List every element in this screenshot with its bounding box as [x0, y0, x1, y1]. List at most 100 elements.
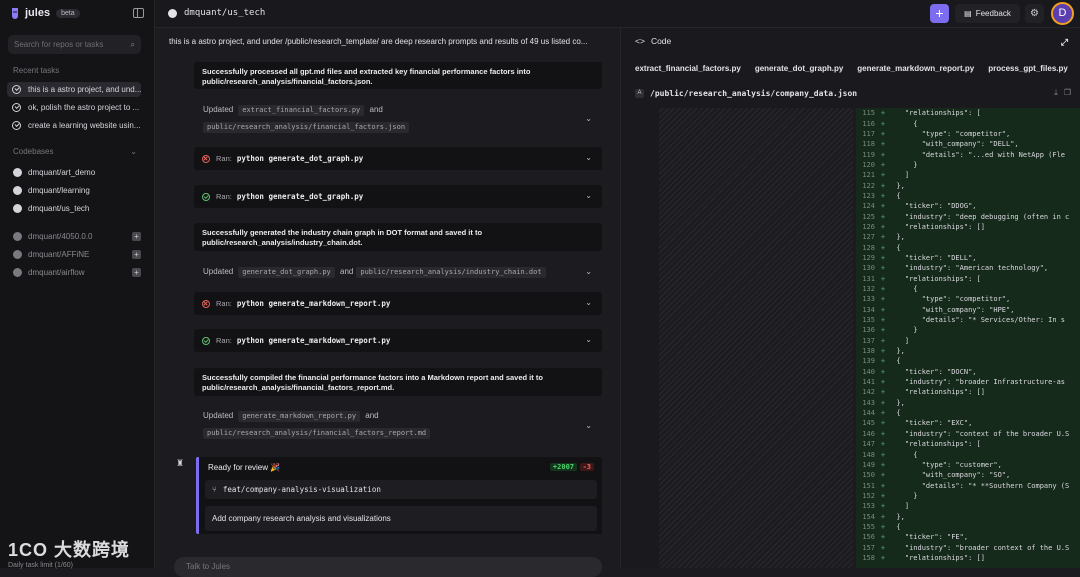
- command-step[interactable]: Ran: python generate_markdown_report.py ⌄: [194, 329, 602, 352]
- code-line: 147 + "relationships": [: [856, 439, 1080, 449]
- code-text: "with_company": "HPE",: [888, 305, 1015, 314]
- line-number: 156: [862, 533, 875, 542]
- code-text: }: [888, 160, 918, 169]
- added-marker: +: [880, 243, 886, 252]
- command-step[interactable]: Ran: python generate_dot_graph.py ⌄: [194, 185, 602, 208]
- commit-message[interactable]: Add company research analysis and visual…: [205, 506, 597, 531]
- code-line: 122 + },: [856, 180, 1080, 190]
- repo-label: dmquant/us_tech: [28, 203, 90, 213]
- code-line: 139 + {: [856, 356, 1080, 366]
- code-text: {: [888, 450, 918, 459]
- added-marker: +: [880, 119, 886, 128]
- line-number: 129: [862, 253, 875, 262]
- chevron-down-icon[interactable]: ⌄: [585, 191, 592, 200]
- added-marker: +: [880, 305, 886, 314]
- code-line: 151 + "details": "* **Southern Company (S: [856, 480, 1080, 490]
- repo-item[interactable]: dmquant/airflow +: [13, 265, 141, 279]
- search-input[interactable]: Search for repos or tasks ⌕: [8, 35, 141, 54]
- tab-file[interactable]: process_gpt_files.py: [988, 64, 1068, 79]
- tab-file[interactable]: extract_financial_factors.py: [635, 64, 741, 79]
- file-pill[interactable]: extract_financial_factors.py: [238, 105, 365, 116]
- repo-item[interactable]: dmquant/AFFiNE +: [13, 247, 141, 261]
- code-line: 118 + "with_company": "DELL",: [856, 139, 1080, 149]
- code-text: }: [888, 491, 918, 500]
- code-line: 153 + ]: [856, 501, 1080, 511]
- code-line: 154 + },: [856, 511, 1080, 521]
- repo-item[interactable]: dmquant/us_tech: [13, 201, 141, 215]
- new-task-button[interactable]: +: [930, 4, 949, 23]
- added-marker: +: [880, 150, 886, 159]
- chevron-down-icon[interactable]: ⌄: [585, 153, 592, 162]
- added-marker: +: [880, 295, 886, 304]
- sidebar-toggle-icon[interactable]: [133, 8, 144, 18]
- command-step[interactable]: Ran: python generate_dot_graph.py ⌄: [194, 147, 602, 170]
- chevron-down-icon[interactable]: ⌄: [585, 335, 592, 344]
- code-text: "type": "competitor",: [888, 295, 1011, 304]
- feedback-button[interactable]: ▤ Feedback: [955, 4, 1020, 23]
- download-icon[interactable]: ⤓: [1054, 88, 1058, 98]
- task-item[interactable]: this is a astro project, and und...: [7, 82, 141, 97]
- file-pill[interactable]: generate_dot_graph.py: [238, 267, 335, 278]
- code-line: 130 + "industry": "American technology",: [856, 263, 1080, 273]
- chevron-down-icon: ⌄: [130, 147, 137, 156]
- code-text: {: [888, 119, 918, 128]
- task-item[interactable]: ok, polish the astro project to ...: [7, 100, 141, 115]
- code-line: 141 + "industry": "broader Infrastructure…: [856, 377, 1080, 387]
- task-item[interactable]: create a learning website usin...: [7, 118, 141, 133]
- code-line: 138 + },: [856, 346, 1080, 356]
- settings-gear-icon[interactable]: ⚙: [1025, 4, 1044, 23]
- review-card: Ready for review 🎉 +2007 -3 ⑂ feat/compan…: [196, 457, 602, 534]
- tab-file[interactable]: generate_dot_graph.py: [755, 64, 843, 79]
- added-marker: +: [880, 388, 886, 397]
- repo-item[interactable]: dmquant/4050.0.0 +: [13, 229, 141, 243]
- repo-item[interactable]: dmquant/learning: [13, 183, 141, 197]
- line-number: 141: [862, 378, 875, 387]
- added-marker: +: [880, 191, 886, 200]
- branch-name[interactable]: ⑂ feat/company-analysis-visualization: [205, 480, 597, 499]
- command-step[interactable]: Ran: python generate_markdown_report.py ⌄: [194, 292, 602, 315]
- github-icon: [13, 267, 22, 277]
- code-text: "relationships": []: [888, 388, 985, 397]
- line-number: 116: [862, 119, 875, 128]
- chevron-down-icon[interactable]: ⌄: [585, 421, 592, 430]
- code-brackets-icon: <>: [635, 36, 645, 46]
- chevron-down-icon[interactable]: ⌄: [585, 298, 592, 307]
- chat-input[interactable]: Talk to Jules: [174, 557, 602, 577]
- code-text: "type": "customer",: [888, 460, 1002, 469]
- copy-icon[interactable]: ❐: [1064, 88, 1071, 98]
- added-marker: +: [880, 264, 886, 273]
- tab-file[interactable]: generate_markdown_report.py: [857, 64, 974, 79]
- sidebar: jules beta Search for repos or tasks ⌕ R…: [0, 0, 155, 569]
- code-text: "type": "competitor",: [888, 129, 1011, 138]
- add-repo-icon[interactable]: +: [132, 231, 141, 241]
- watermark: 1CO 大数跨境: [8, 540, 131, 560]
- file-pill[interactable]: public/research_analysis/financial_facto…: [203, 428, 431, 439]
- expand-icon[interactable]: ⤢: [1061, 37, 1068, 48]
- task-prompt: this is a astro project, and under /publ…: [169, 37, 588, 46]
- line-number: 140: [862, 367, 875, 376]
- chevron-down-icon[interactable]: ⌄: [585, 114, 592, 123]
- task-label: this is a astro project, and und...: [28, 85, 141, 94]
- github-icon: [168, 8, 177, 18]
- code-text: "ticker": "DDOG",: [888, 202, 977, 211]
- file-pill[interactable]: generate_markdown_report.py: [238, 411, 361, 422]
- updated-files: Updated extract_financial_factors.py and …: [203, 101, 593, 135]
- add-repo-icon[interactable]: +: [132, 267, 141, 277]
- line-number: 148: [862, 450, 875, 459]
- ran-command: python generate_markdown_report.py: [236, 299, 391, 308]
- top-bar: dmquant/us_tech + ▤ Feedback ⚙ D: [155, 0, 1080, 28]
- added-marker: +: [880, 543, 886, 552]
- chevron-down-icon[interactable]: ⌄: [585, 267, 592, 276]
- add-repo-icon[interactable]: +: [132, 249, 141, 259]
- code-text: "with_company": "SO",: [888, 471, 1011, 480]
- avatar[interactable]: D: [1051, 2, 1074, 25]
- added-marker: +: [880, 316, 886, 325]
- file-pill[interactable]: public/research_analysis/financial_facto…: [203, 122, 410, 133]
- search-placeholder: Search for repos or tasks: [14, 40, 104, 49]
- code-line: 134 + "with_company": "HPE",: [856, 305, 1080, 315]
- codebases-label[interactable]: Codebases ⌄: [13, 147, 137, 156]
- repo-item[interactable]: dmquant/art_demo: [13, 165, 141, 179]
- file-pill[interactable]: public/research_analysis/industry_chain.…: [356, 267, 546, 278]
- code-text: ]: [888, 502, 910, 511]
- code-text: "ticker": "EXC",: [888, 419, 973, 428]
